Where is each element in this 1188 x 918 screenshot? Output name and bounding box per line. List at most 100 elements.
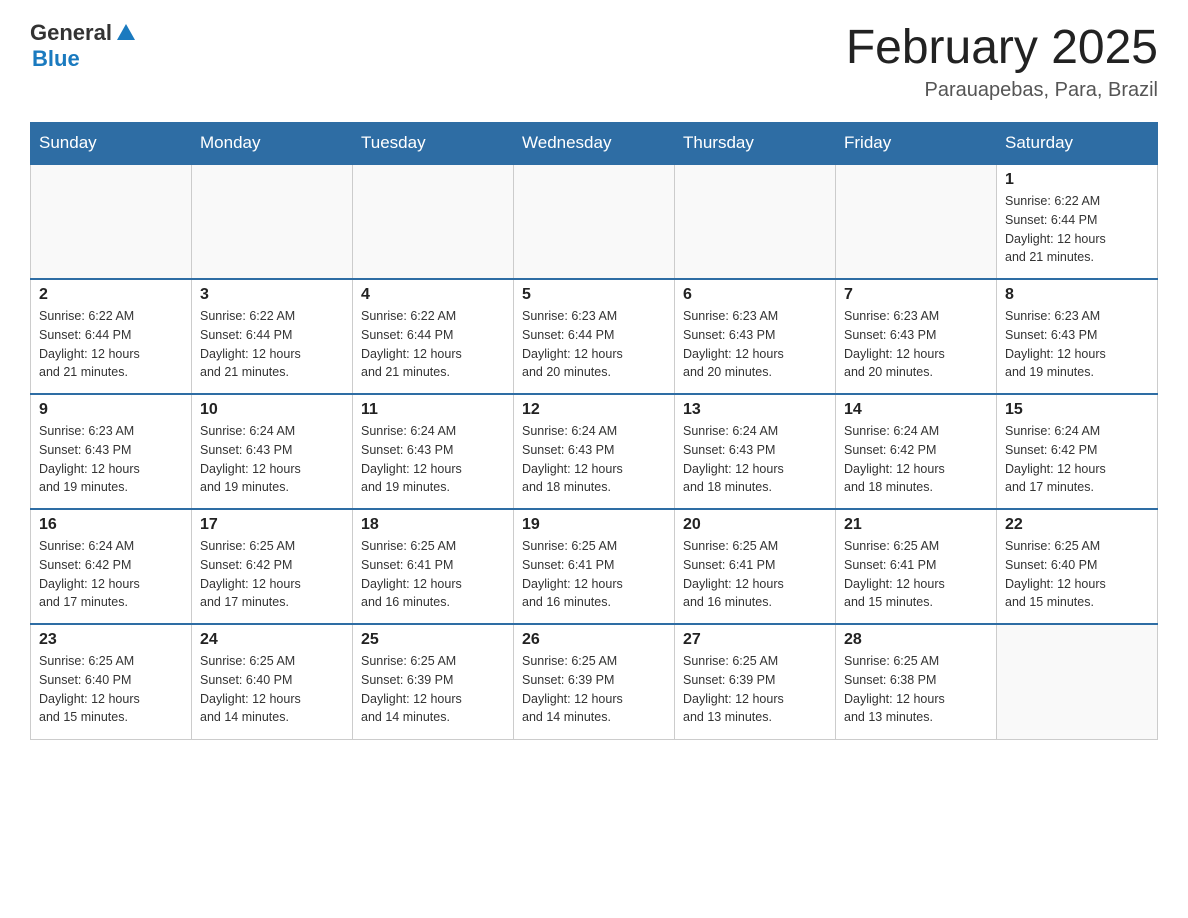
table-row: 5 Sunrise: 6:23 AM Sunset: 6:44 PM Daylig… [514, 279, 675, 394]
calendar-week-row: 16 Sunrise: 6:24 AM Sunset: 6:42 PM Dayli… [31, 509, 1158, 624]
day-number: 12 [522, 401, 666, 419]
day-number: 5 [522, 286, 666, 304]
day-number: 27 [683, 631, 827, 649]
calendar-week-row: 9 Sunrise: 6:23 AM Sunset: 6:43 PM Daylig… [31, 394, 1158, 509]
day-number: 9 [39, 401, 183, 419]
table-row: 2Sunrise: 6:22 AM Sunset: 6:44 PM Daylig… [31, 279, 192, 394]
day-number: 16 [39, 516, 183, 534]
table-row: 20 Sunrise: 6:25 AM Sunset: 6:41 PM Dayli… [675, 509, 836, 624]
day-number: 19 [522, 516, 666, 534]
day-number: 23 [39, 631, 183, 649]
day-number: 21 [844, 516, 988, 534]
day-info: Sunrise: 6:25 AM Sunset: 6:41 PM Dayligh… [844, 537, 988, 612]
header-friday: Friday [836, 123, 997, 165]
day-info: Sunrise: 6:22 AM Sunset: 6:44 PM Dayligh… [1005, 192, 1149, 267]
table-row: 11 Sunrise: 6:24 AM Sunset: 6:43 PM Dayli… [353, 394, 514, 509]
day-info: Sunrise: 6:23 AM Sunset: 6:44 PM Dayligh… [522, 307, 666, 382]
logo-triangle-icon [115, 22, 137, 44]
month-title: February 2025 [846, 20, 1158, 75]
day-info: Sunrise: 6:24 AM Sunset: 6:43 PM Dayligh… [683, 422, 827, 497]
day-number: 22 [1005, 516, 1149, 534]
day-info: Sunrise: 6:25 AM Sunset: 6:42 PM Dayligh… [200, 537, 344, 612]
table-row [675, 164, 836, 279]
table-row: 8 Sunrise: 6:23 AM Sunset: 6:43 PM Daylig… [997, 279, 1158, 394]
table-row: 19 Sunrise: 6:25 AM Sunset: 6:41 PM Dayli… [514, 509, 675, 624]
logo-blue-text: Blue [32, 46, 80, 72]
day-info: Sunrise: 6:22 AM Sunset: 6:44 PM Dayligh… [361, 307, 505, 382]
day-number: 4 [361, 286, 505, 304]
day-number: 25 [361, 631, 505, 649]
page-header: General Blue February 2025 Parauapebas, … [30, 20, 1158, 102]
calendar-table: Sunday Monday Tuesday Wednesday Thursday… [30, 122, 1158, 740]
day-info: Sunrise: 6:23 AM Sunset: 6:43 PM Dayligh… [39, 422, 183, 497]
day-number: 28 [844, 631, 988, 649]
day-info: Sunrise: 6:25 AM Sunset: 6:40 PM Dayligh… [39, 652, 183, 727]
table-row: 23 Sunrise: 6:25 AM Sunset: 6:40 PM Dayli… [31, 624, 192, 739]
location-subtitle: Parauapebas, Para, Brazil [846, 79, 1158, 102]
table-row: 15 Sunrise: 6:24 AM Sunset: 6:42 PM Dayli… [997, 394, 1158, 509]
calendar-week-row: 1 Sunrise: 6:22 AM Sunset: 6:44 PM Daylig… [31, 164, 1158, 279]
table-row: 22 Sunrise: 6:25 AM Sunset: 6:40 PM Dayli… [997, 509, 1158, 624]
calendar-header-row: Sunday Monday Tuesday Wednesday Thursday… [31, 123, 1158, 165]
table-row: 25 Sunrise: 6:25 AM Sunset: 6:39 PM Dayli… [353, 624, 514, 739]
day-info: Sunrise: 6:25 AM Sunset: 6:39 PM Dayligh… [522, 652, 666, 727]
day-number: 24 [200, 631, 344, 649]
table-row: 18Sunrise: 6:25 AM Sunset: 6:41 PM Dayli… [353, 509, 514, 624]
day-info: Sunrise: 6:25 AM Sunset: 6:41 PM Dayligh… [522, 537, 666, 612]
header-tuesday: Tuesday [353, 123, 514, 165]
day-info: Sunrise: 6:23 AM Sunset: 6:43 PM Dayligh… [1005, 307, 1149, 382]
day-number: 1 [1005, 171, 1149, 189]
table-row [192, 164, 353, 279]
day-info: Sunrise: 6:25 AM Sunset: 6:39 PM Dayligh… [683, 652, 827, 727]
day-number: 20 [683, 516, 827, 534]
day-info: Sunrise: 6:25 AM Sunset: 6:40 PM Dayligh… [1005, 537, 1149, 612]
day-info: Sunrise: 6:25 AM Sunset: 6:40 PM Dayligh… [200, 652, 344, 727]
header-monday: Monday [192, 123, 353, 165]
header-thursday: Thursday [675, 123, 836, 165]
day-number: 11 [361, 401, 505, 419]
table-row: 6 Sunrise: 6:23 AM Sunset: 6:43 PM Daylig… [675, 279, 836, 394]
header-sunday: Sunday [31, 123, 192, 165]
table-row: 16 Sunrise: 6:24 AM Sunset: 6:42 PM Dayli… [31, 509, 192, 624]
table-row: 9 Sunrise: 6:23 AM Sunset: 6:43 PM Daylig… [31, 394, 192, 509]
day-number: 14 [844, 401, 988, 419]
logo-general-text: General [30, 20, 112, 46]
table-row [514, 164, 675, 279]
table-row: 17 Sunrise: 6:25 AM Sunset: 6:42 PM Dayli… [192, 509, 353, 624]
day-number: 7 [844, 286, 988, 304]
table-row: 13 Sunrise: 6:24 AM Sunset: 6:43 PM Dayli… [675, 394, 836, 509]
day-number: 8 [1005, 286, 1149, 304]
day-number: 13 [683, 401, 827, 419]
table-row: 12 Sunrise: 6:24 AM Sunset: 6:43 PM Dayli… [514, 394, 675, 509]
day-info: Sunrise: 6:24 AM Sunset: 6:43 PM Dayligh… [200, 422, 344, 497]
day-number: 15 [1005, 401, 1149, 419]
day-info: Sunrise: 6:25 AM Sunset: 6:39 PM Dayligh… [361, 652, 505, 727]
day-info: Sunrise: 6:22 AM Sunset: 6:44 PM Dayligh… [200, 307, 344, 382]
table-row [31, 164, 192, 279]
day-info: Sunrise: 6:24 AM Sunset: 6:42 PM Dayligh… [39, 537, 183, 612]
table-row [836, 164, 997, 279]
table-row: 7Sunrise: 6:23 AM Sunset: 6:43 PM Daylig… [836, 279, 997, 394]
header-wednesday: Wednesday [514, 123, 675, 165]
day-number: 17 [200, 516, 344, 534]
table-row: 1 Sunrise: 6:22 AM Sunset: 6:44 PM Daylig… [997, 164, 1158, 279]
day-number: 3 [200, 286, 344, 304]
day-info: Sunrise: 6:24 AM Sunset: 6:42 PM Dayligh… [1005, 422, 1149, 497]
table-row [353, 164, 514, 279]
header-saturday: Saturday [997, 123, 1158, 165]
day-info: Sunrise: 6:25 AM Sunset: 6:38 PM Dayligh… [844, 652, 988, 727]
day-info: Sunrise: 6:24 AM Sunset: 6:43 PM Dayligh… [361, 422, 505, 497]
table-row: 27 Sunrise: 6:25 AM Sunset: 6:39 PM Dayli… [675, 624, 836, 739]
table-row: 10 Sunrise: 6:24 AM Sunset: 6:43 PM Dayli… [192, 394, 353, 509]
table-row: 21 Sunrise: 6:25 AM Sunset: 6:41 PM Dayli… [836, 509, 997, 624]
logo: General Blue [30, 20, 137, 72]
title-section: February 2025 Parauapebas, Para, Brazil [846, 20, 1158, 102]
day-info: Sunrise: 6:25 AM Sunset: 6:41 PM Dayligh… [683, 537, 827, 612]
day-info: Sunrise: 6:23 AM Sunset: 6:43 PM Dayligh… [683, 307, 827, 382]
day-number: 10 [200, 401, 344, 419]
table-row: 26Sunrise: 6:25 AM Sunset: 6:39 PM Dayli… [514, 624, 675, 739]
table-row [997, 624, 1158, 739]
day-info: Sunrise: 6:24 AM Sunset: 6:43 PM Dayligh… [522, 422, 666, 497]
day-number: 2 [39, 286, 183, 304]
day-number: 6 [683, 286, 827, 304]
